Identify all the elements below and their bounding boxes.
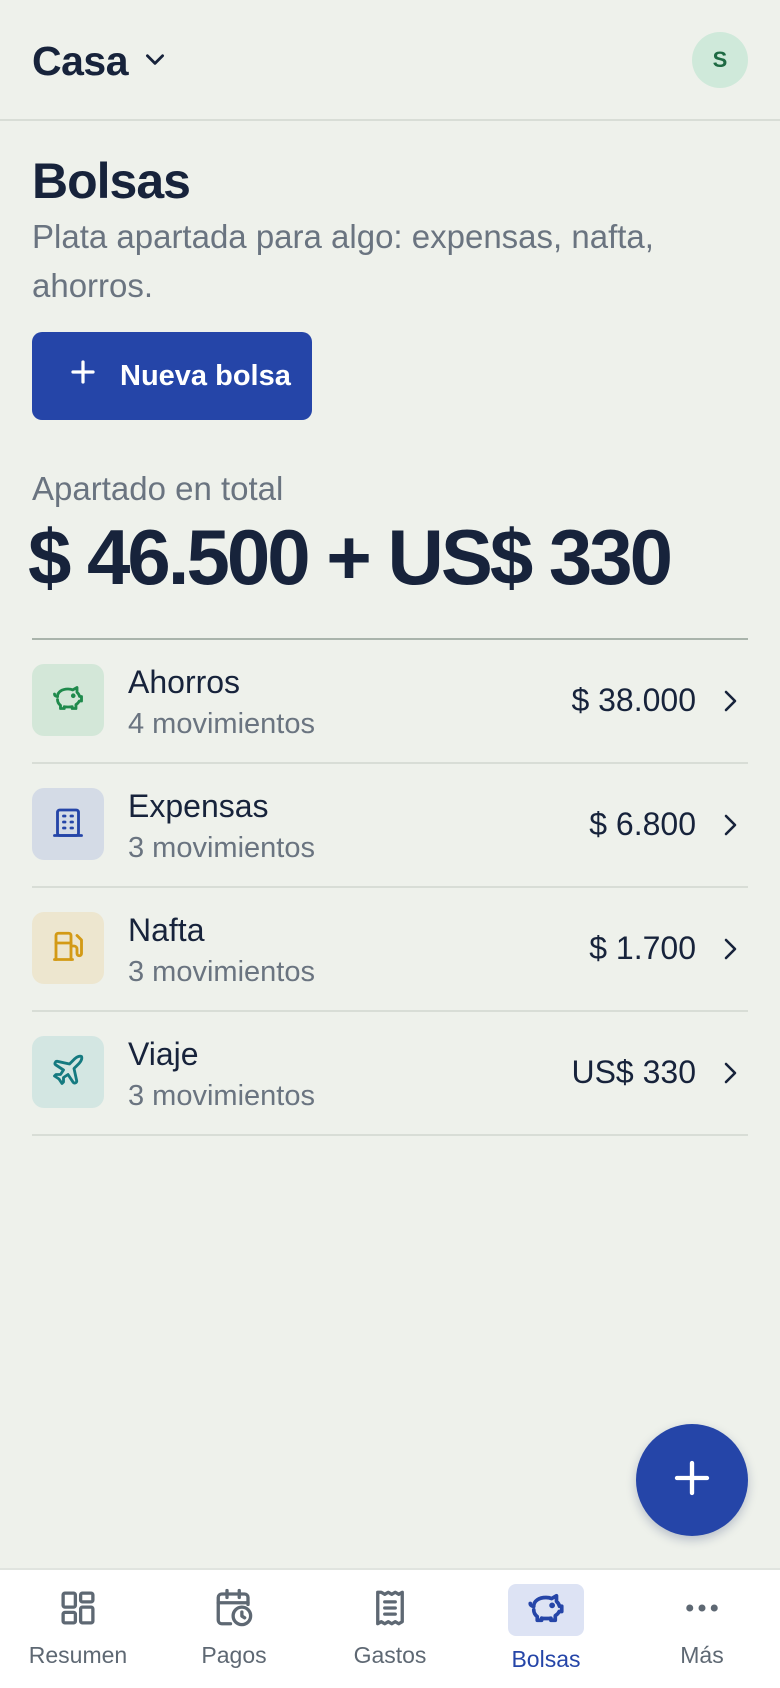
fuel-icon: [50, 928, 86, 969]
page-subtitle: Plata apartada para algo: expensas, naft…: [32, 218, 654, 304]
bag-count: 4 movimientos: [128, 708, 315, 740]
chevron-right-icon: [724, 814, 737, 836]
bag-icon-bg: [32, 1036, 104, 1108]
chevron-right-icon: [724, 938, 737, 960]
bag-icon-bg: [32, 788, 104, 860]
bottom-nav: Resumen Pagos Gastos Bolsas Más: [0, 1568, 780, 1688]
piggy-bank-icon: [525, 1587, 567, 1634]
bag-amount: $ 1.700: [589, 930, 696, 966]
building-icon: [50, 804, 86, 845]
workspace-name: Casa: [32, 37, 129, 84]
nav-label: Pagos: [201, 1642, 267, 1668]
avatar[interactable]: S: [692, 32, 748, 88]
bag-count: 3 movimientos: [128, 1080, 315, 1112]
nav-item-resumen[interactable]: Resumen: [0, 1570, 156, 1688]
bag-row-nafta[interactable]: Nafta 3 movimientos $ 1.700: [32, 888, 748, 1012]
bag-list: Ahorros 4 movimientos $ 38.000 Expensas …: [32, 638, 748, 1136]
nav-label: Bolsas: [511, 1646, 581, 1672]
nav-label: Más: [680, 1642, 724, 1668]
bag-count: 3 movimientos: [128, 956, 315, 988]
bag-icon-bg: [32, 912, 104, 984]
bag-name: Expensas: [128, 788, 269, 824]
total-value: $ 46.500 + US$ 330: [28, 513, 673, 601]
bag-amount: $ 38.000: [571, 682, 696, 718]
page-title: Bolsas: [32, 153, 191, 209]
nav-icon-wrap: [508, 1584, 584, 1636]
bag-row-ahorros[interactable]: Ahorros 4 movimientos $ 38.000: [32, 640, 748, 764]
nav-item-pagos[interactable]: Pagos: [156, 1570, 312, 1688]
chevron-down-icon: [142, 46, 168, 77]
workspace-selector[interactable]: Casa: [32, 36, 168, 86]
nav-item-bolsas[interactable]: Bolsas: [468, 1570, 624, 1688]
bag-name: Nafta: [128, 912, 205, 948]
new-bag-label: Nueva bolsa: [120, 359, 291, 392]
bag-name: Viaje: [128, 1036, 199, 1072]
calendar-clock-icon: [213, 1587, 255, 1634]
plus-icon: [672, 1458, 712, 1503]
total-label: Apartado en total: [32, 470, 284, 507]
nav-label: Gastos: [353, 1642, 427, 1668]
bag-row-expensas[interactable]: Expensas 3 movimientos $ 6.800: [32, 764, 748, 888]
bag-row-viaje[interactable]: Viaje 3 movimientos US$ 330: [32, 1012, 748, 1136]
more-icon: [681, 1587, 723, 1634]
bag-count: 3 movimientos: [128, 832, 315, 864]
top-bar: Casa S: [0, 0, 780, 121]
nav-item-gastos[interactable]: Gastos: [312, 1570, 468, 1688]
chevron-right-icon: [724, 690, 737, 712]
nav-icon-wrap: [40, 1584, 116, 1636]
plus-icon: [68, 357, 98, 395]
nav-icon-wrap: [664, 1584, 740, 1636]
receipt-icon: [369, 1587, 411, 1634]
add-fab-button[interactable]: [636, 1424, 748, 1536]
nav-label: Resumen: [28, 1642, 128, 1668]
bag-name: Ahorros: [128, 664, 241, 700]
new-bag-button[interactable]: Nueva bolsa: [32, 332, 312, 420]
nav-icon-wrap: [352, 1584, 428, 1636]
bag-icon-bg: [32, 664, 104, 736]
chevron-right-icon: [724, 1062, 737, 1084]
bag-amount: US$ 330: [571, 1054, 696, 1090]
bag-amount: $ 6.800: [589, 806, 696, 842]
piggy-bank-icon: [50, 680, 86, 721]
nav-item-mas[interactable]: Más: [624, 1570, 780, 1688]
nav-icon-wrap: [196, 1584, 272, 1636]
dashboard-icon: [57, 1587, 99, 1634]
plane-icon: [50, 1052, 86, 1093]
